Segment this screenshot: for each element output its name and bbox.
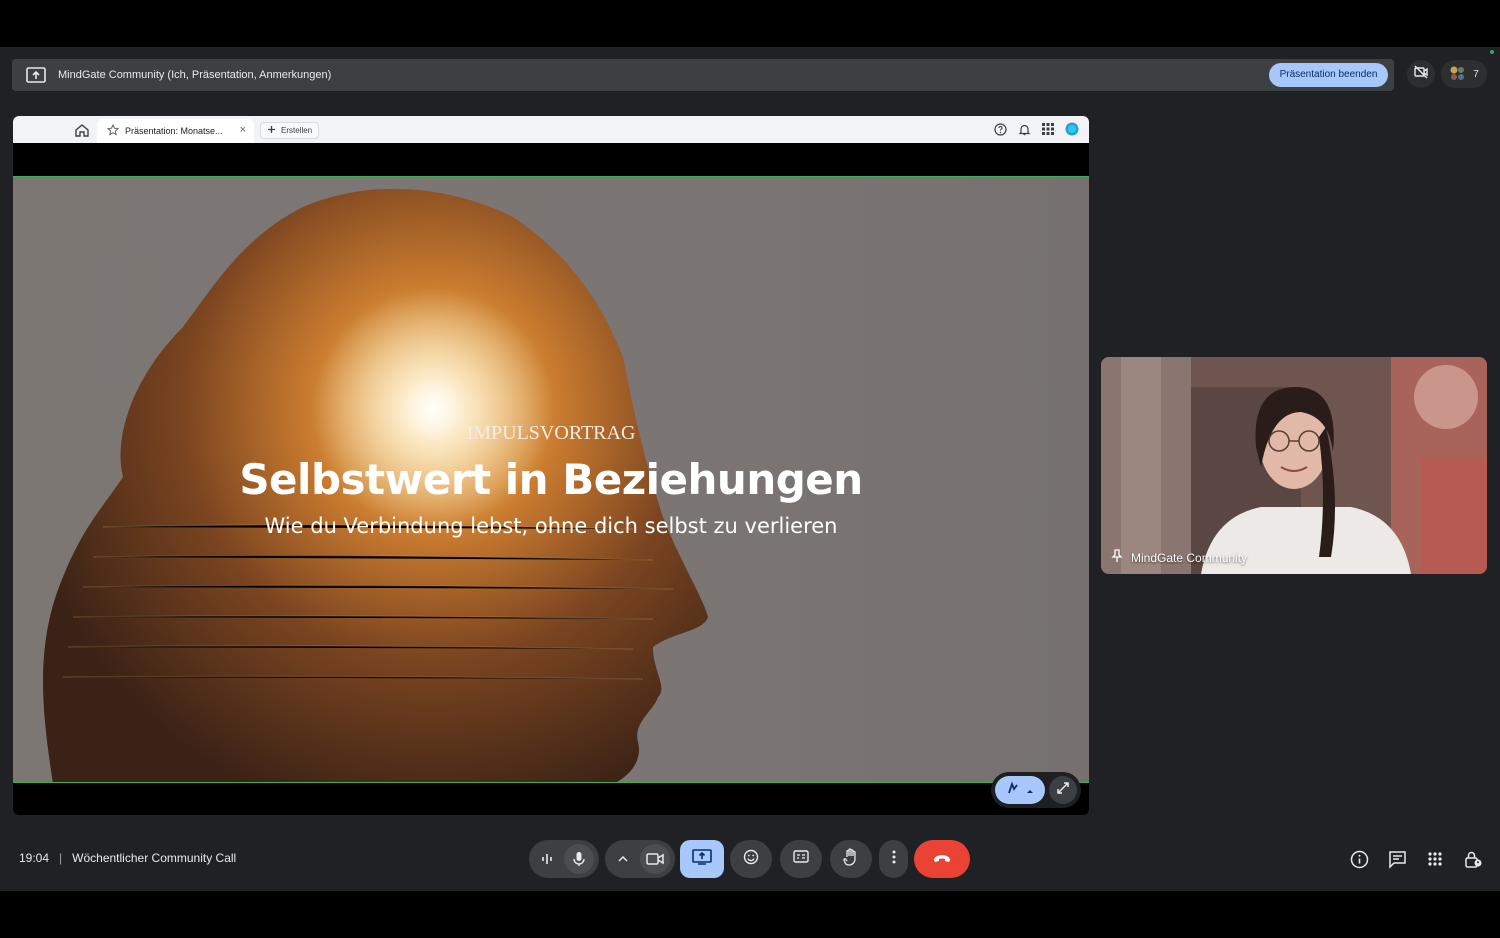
slide-kicker: IMPULSVORTRAG — [466, 422, 636, 444]
slide-title: Selbstwert in Beziehungen — [239, 455, 863, 504]
slide-text-block: IMPULSVORTRAG Selbstwert in Beziehungen … — [13, 422, 1089, 538]
participant-name-label: MindGate Community — [1111, 549, 1247, 566]
apps-grid-icon — [1425, 849, 1445, 869]
expand-icon — [1056, 781, 1070, 800]
home-icon[interactable] — [73, 121, 91, 139]
fullscreen-button[interactable] — [1049, 776, 1077, 804]
caret-up-icon — [1026, 781, 1034, 799]
audio-settings-icon[interactable] — [534, 853, 560, 865]
top-letterbox — [0, 0, 1500, 47]
captions-icon — [793, 850, 809, 868]
participant-name: MindGate Community — [1131, 550, 1248, 565]
status-indicator — [1490, 50, 1494, 54]
hang-up-icon — [932, 850, 952, 868]
raise-hand-button[interactable] — [830, 840, 872, 878]
annotation-tool-button[interactable] — [995, 776, 1045, 804]
present-now-button[interactable] — [680, 840, 724, 878]
participants-button[interactable]: 7 — [1441, 60, 1487, 88]
lock-person-icon — [1463, 849, 1483, 869]
info-icon — [1349, 849, 1369, 869]
presenting-banner: MindGate Community (Ich, Präsentation, A… — [12, 59, 1394, 91]
camera-icon[interactable] — [640, 844, 670, 874]
help-icon[interactable] — [993, 122, 1007, 136]
meet-window: MindGate Community (Ich, Präsentation, A… — [0, 0, 1500, 938]
camera-hidden-button[interactable] — [1407, 60, 1435, 88]
slide-subtitle: Wie du Verbindung lebst, ohne dich selbs… — [264, 514, 838, 538]
tab-label: Präsentation: Monatse... — [125, 126, 223, 136]
hand-icon — [843, 847, 859, 871]
captions-button[interactable] — [780, 840, 822, 878]
leave-call-button[interactable] — [914, 840, 970, 878]
account-avatar-icon[interactable] — [1065, 122, 1079, 136]
browser-tab-strip: Präsentation: Monatse... × Erstellen — [13, 116, 1089, 143]
stop-presenting-button[interactable]: Präsentation beenden — [1269, 63, 1388, 87]
participant-video — [1101, 357, 1487, 574]
create-button[interactable]: Erstellen — [260, 122, 319, 139]
present-screen-icon — [692, 848, 712, 870]
more-options-button[interactable] — [879, 840, 908, 878]
browser-tab-presentation[interactable]: Präsentation: Monatse... × — [97, 119, 254, 143]
pen-icon — [1006, 780, 1022, 800]
emoji-icon — [743, 849, 759, 870]
chevron-up-icon[interactable] — [610, 855, 636, 863]
presentation-controls — [991, 772, 1081, 808]
browser-toolbar-icons — [993, 122, 1079, 136]
present-screen-icon — [26, 67, 46, 83]
presenting-title: MindGate Community (Ich, Präsentation, A… — [58, 69, 332, 81]
microphone-control — [529, 840, 599, 878]
shared-screen: Präsentation: Monatse... × Erstellen IMP… — [13, 116, 1089, 815]
reactions-button[interactable] — [730, 840, 772, 878]
call-controls — [0, 840, 1500, 880]
chat-icon — [1387, 849, 1407, 869]
bottom-letterbox — [0, 891, 1500, 938]
microphone-icon[interactable] — [564, 844, 594, 874]
no-video-icon — [1413, 64, 1429, 85]
bell-icon[interactable] — [1017, 122, 1031, 136]
presentation-slide: IMPULSVORTRAG Selbstwert in Beziehungen … — [13, 176, 1089, 783]
star-icon[interactable] — [106, 123, 120, 138]
plus-icon — [267, 125, 276, 136]
apps-grid-icon[interactable] — [1041, 122, 1055, 136]
participants-avatars-icon — [1449, 65, 1467, 84]
tab-close-icon[interactable]: × — [240, 124, 246, 136]
create-label: Erstellen — [281, 126, 313, 135]
more-vert-icon — [892, 850, 896, 869]
pin-icon — [1111, 549, 1123, 566]
camera-control — [605, 840, 675, 878]
participant-count: 7 — [1473, 68, 1479, 80]
participant-tile[interactable]: MindGate Community — [1101, 357, 1487, 574]
